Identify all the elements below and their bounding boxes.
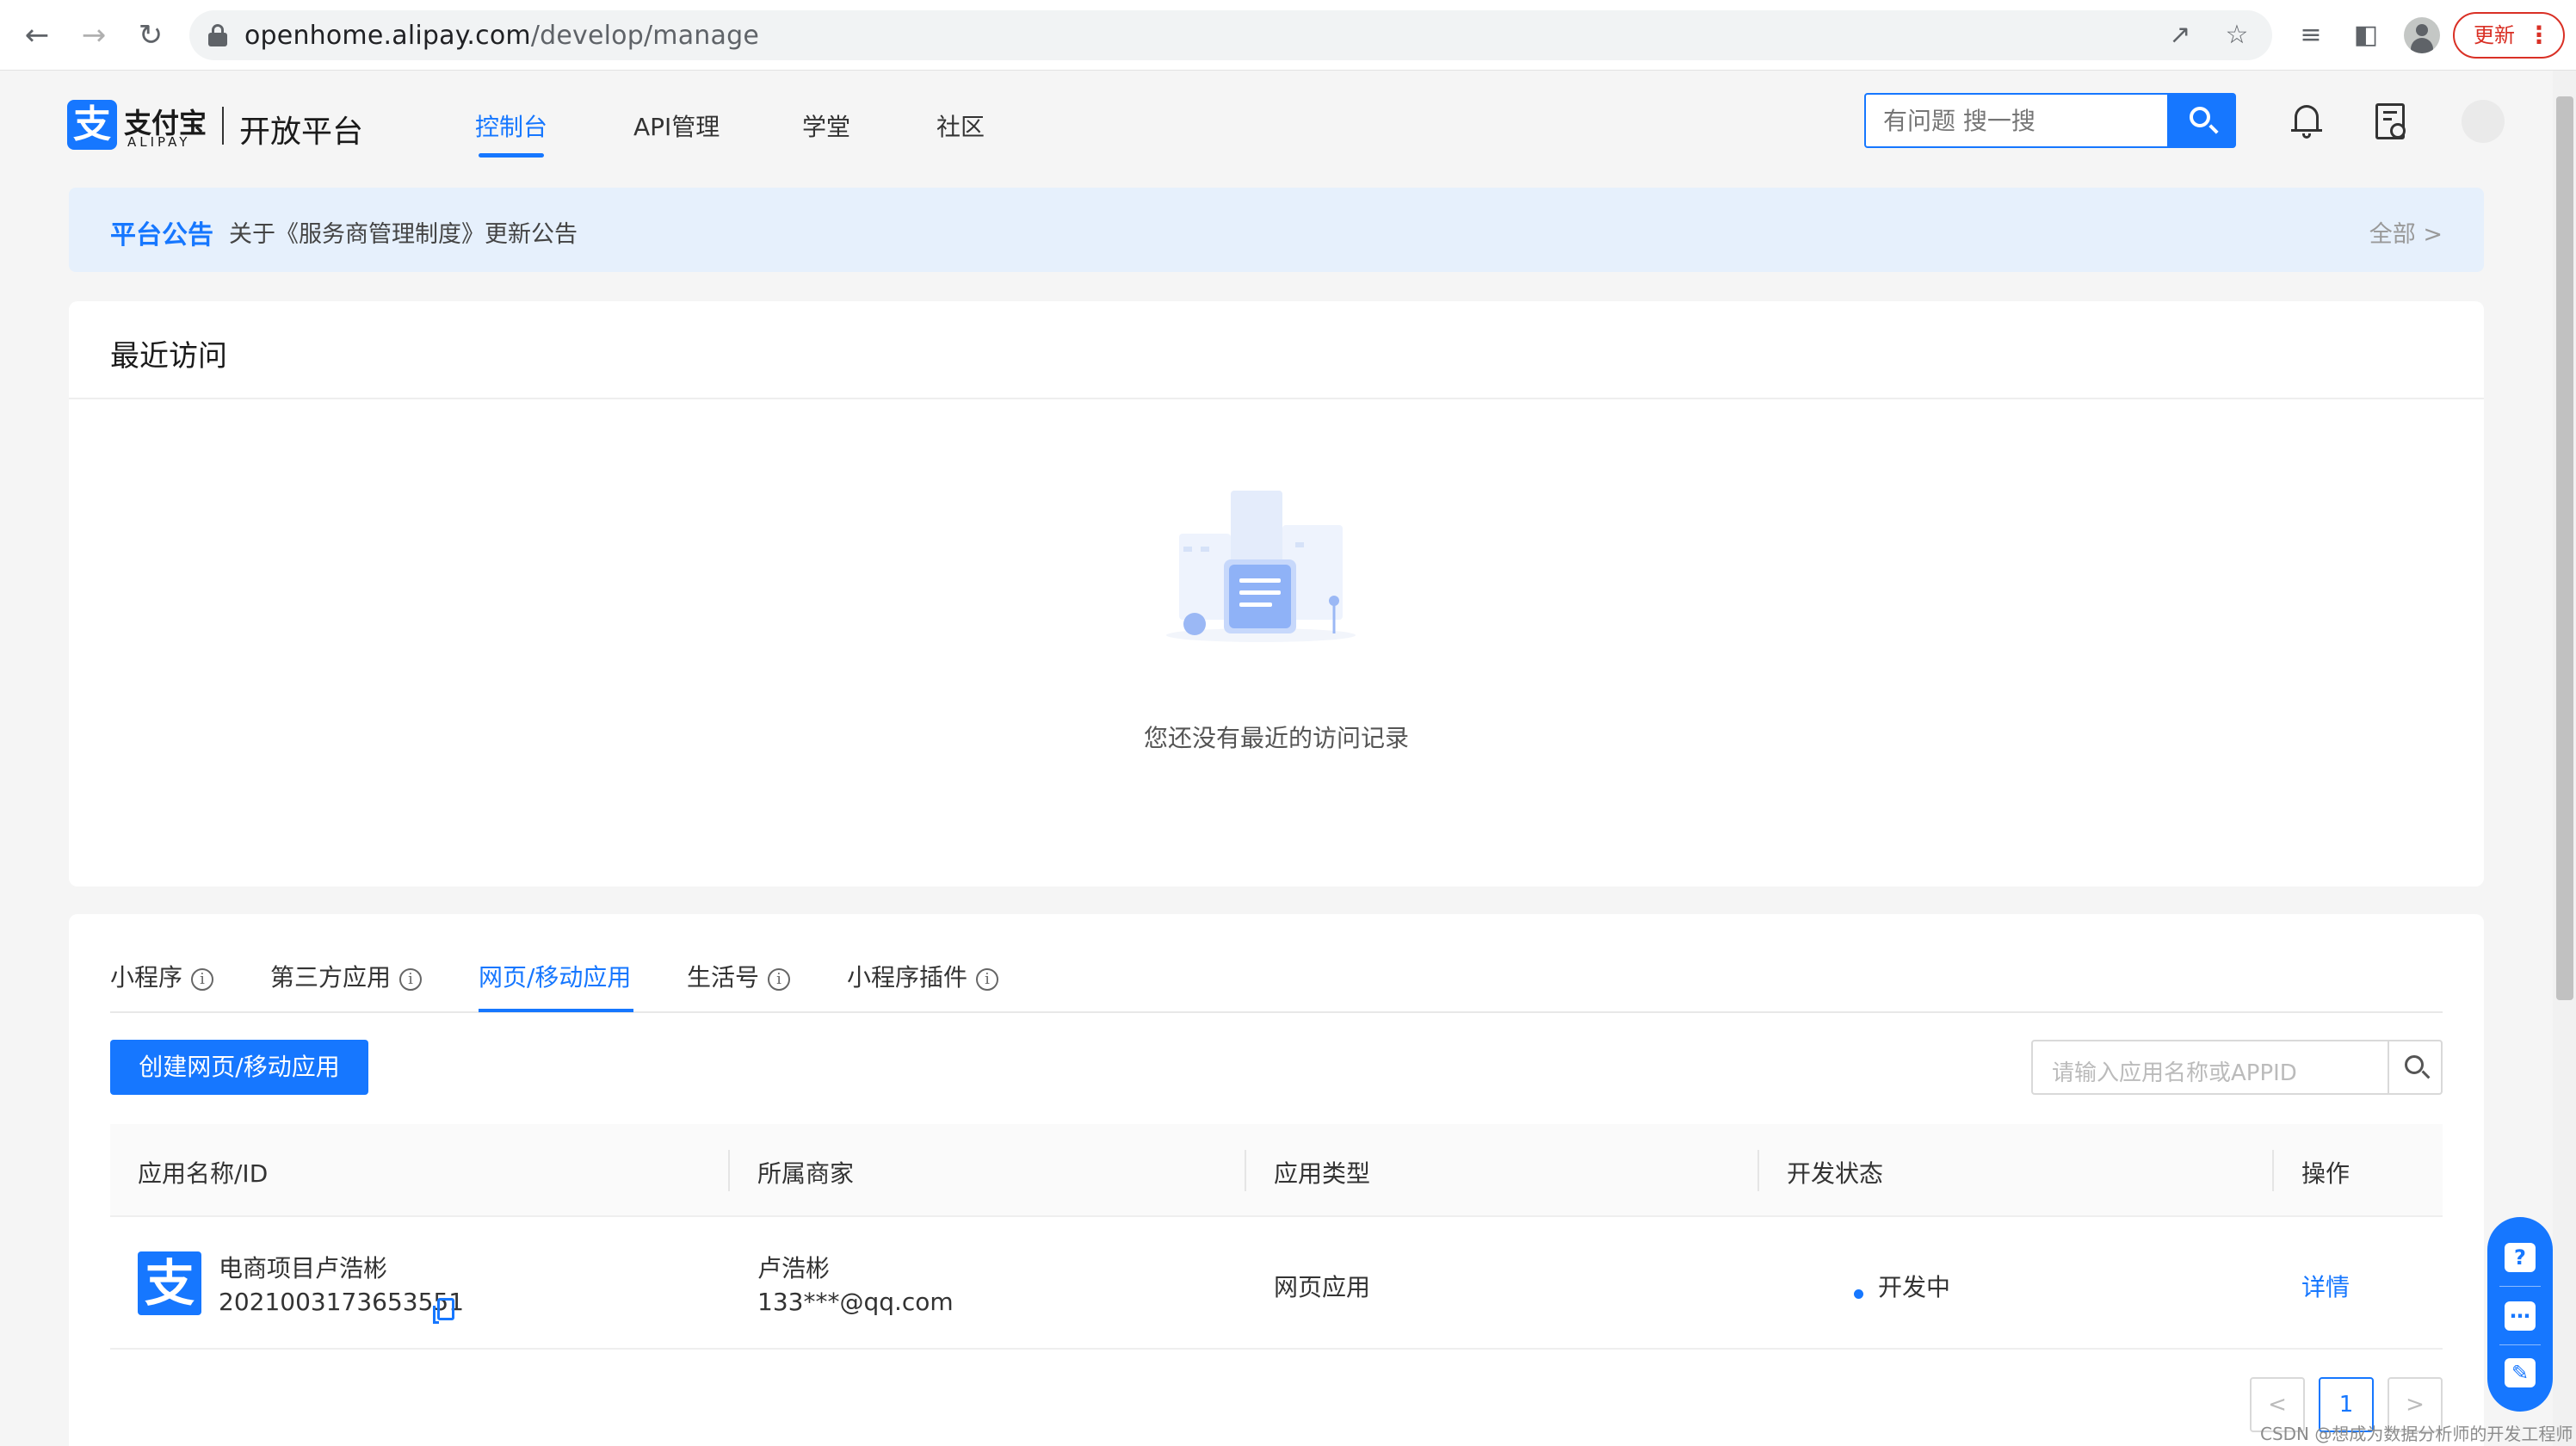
recent-visits-title: 最近访问 <box>110 339 227 374</box>
column-separator <box>1757 1150 1759 1191</box>
update-button[interactable]: 更新 ⋮ <box>2453 12 2565 59</box>
divider <box>2499 1286 2541 1287</box>
create-app-button[interactable]: 创建网页/移动应用 <box>110 1040 368 1095</box>
tab-label: 生活号 <box>687 963 760 992</box>
floating-help-panel: ? ⋯ ✎ <box>2487 1217 2553 1412</box>
col-merchant: 所属商家 <box>757 1159 855 1188</box>
app-search-input[interactable]: 请输入应用名称或APPID <box>2031 1040 2389 1095</box>
work-order-icon[interactable] <box>2375 103 2406 139</box>
apps-card: 小程序 i 第三方应用 i 网页/移动应用 生活号 i 小程序插件 i 创建网页/移动应… <box>69 914 2484 1446</box>
info-icon[interactable]: i <box>399 968 423 991</box>
header-search-input[interactable] <box>1864 93 2169 148</box>
profile-icon[interactable] <box>2404 17 2440 53</box>
logo-en-text: ALIPAY <box>127 134 191 150</box>
platform-name: 开放平台 <box>239 114 364 150</box>
merchant-name: 卢浩彬 <box>757 1254 831 1282</box>
scroll-thumb[interactable] <box>2556 96 2573 1000</box>
more-menu-icon: ⋮ <box>2527 21 2551 49</box>
search-icon <box>2190 107 2210 127</box>
nav-console[interactable]: 控制台 <box>475 108 547 143</box>
app-name: 电商项目卢浩彬 <box>219 1254 388 1282</box>
info-icon[interactable]: i <box>768 968 791 991</box>
dev-status: 开发中 <box>1878 1273 1951 1301</box>
logo-divider <box>222 107 224 145</box>
tabs-divider <box>110 1011 2443 1013</box>
reading-list-icon[interactable]: ≡ <box>2291 15 2331 55</box>
nav-active-indicator <box>479 153 544 158</box>
col-dev-status: 开发状态 <box>1787 1159 1884 1188</box>
table-row: 支 电商项目卢浩彬 2021003173653551 卢浩彬 133***@qq… <box>110 1217 2443 1350</box>
tab-mini-program[interactable]: 小程序 i <box>110 959 214 993</box>
announcement-all-link[interactable]: 全部 > <box>2369 215 2443 249</box>
nav-academy[interactable]: 学堂 <box>802 108 850 143</box>
divider <box>2499 1344 2541 1345</box>
announcement-title: 平台公告 <box>110 220 213 250</box>
app-logo-icon: 支 <box>138 1251 201 1315</box>
tab-life-account[interactable]: 生活号 i <box>687 959 791 993</box>
announcement-link[interactable]: 关于《服务商管理制度》更新公告 <box>229 215 578 249</box>
info-icon[interactable]: i <box>191 968 214 991</box>
lock-icon[interactable] <box>208 24 227 46</box>
back-arrow-icon[interactable]: ← <box>15 14 59 57</box>
announcement-bar: 平台公告 关于《服务商管理制度》更新公告 全部 > <box>69 188 2484 272</box>
watermark: CSDN @想成为数据分析师的开发工程师 <box>2260 1424 2573 1444</box>
bookmark-star-icon[interactable]: ☆ <box>2217 15 2257 55</box>
detail-link[interactable]: 详情 <box>2301 1269 2350 1303</box>
info-icon[interactable]: i <box>976 968 999 991</box>
empty-state-text: 您还没有最近的访问记录 <box>1143 724 1409 752</box>
page-scrollbar[interactable] <box>2553 71 2576 1446</box>
address-bar[interactable]: openhome.alipay.com/develop/manage ↗ ☆ <box>189 10 2272 60</box>
merchant-email: 133***@qq.com <box>757 1288 954 1316</box>
tab-mini-program-plugin[interactable]: 小程序插件 i <box>847 959 999 993</box>
side-panel-icon[interactable]: ◧ <box>2346 15 2386 55</box>
url-text[interactable]: openhome.alipay.com/develop/manage <box>244 21 759 51</box>
column-separator <box>2272 1150 2274 1191</box>
url-path: /develop/manage <box>530 21 759 51</box>
app-type: 网页应用 <box>1274 1273 1371 1301</box>
table-header: 应用名称/ID 所属商家 应用类型 开发状态 操作 <box>110 1124 2443 1217</box>
tab-label: 小程序 <box>110 963 183 992</box>
share-icon[interactable]: ↗ <box>2160 15 2200 55</box>
help-question-icon[interactable]: ? <box>2505 1243 2536 1272</box>
copy-icon[interactable] <box>433 1298 454 1324</box>
update-label: 更新 <box>2474 23 2515 47</box>
chat-icon[interactable]: ⋯ <box>2505 1301 2536 1331</box>
tab-label: 第三方应用 <box>270 963 392 992</box>
reload-icon[interactable]: ↻ <box>129 14 172 57</box>
column-separator <box>1245 1150 1246 1191</box>
col-app-type: 应用类型 <box>1274 1159 1371 1188</box>
bell-icon[interactable] <box>2289 102 2324 139</box>
app-search-button[interactable] <box>2388 1040 2443 1095</box>
header-search-button[interactable] <box>2169 93 2236 148</box>
tab-web-mobile-app[interactable]: 网页/移动应用 <box>479 959 631 993</box>
col-app-name: 应用名称/ID <box>138 1159 269 1188</box>
search-icon <box>2405 1055 2424 1074</box>
column-separator <box>728 1150 730 1191</box>
status-dot <box>1854 1289 1863 1299</box>
feedback-icon[interactable]: ✎ <box>2505 1358 2536 1387</box>
recent-visits-card: 最近访问 您还没有最近的访问记录 <box>69 301 2484 887</box>
nav-community[interactable]: 社区 <box>936 108 985 143</box>
browser-toolbar: ← → ↻ openhome.alipay.com/develop/manage… <box>0 0 2576 71</box>
nav-api-management[interactable]: API管理 <box>633 108 720 143</box>
forward-arrow-icon[interactable]: → <box>72 14 115 57</box>
empty-state-illustration <box>1166 491 1356 642</box>
app-id: 2021003173653551 <box>219 1288 465 1316</box>
avatar[interactable] <box>2462 100 2505 143</box>
url-host: openhome.alipay.com <box>244 21 531 51</box>
tab-third-party-app[interactable]: 第三方应用 i <box>270 959 423 993</box>
card-divider <box>69 398 2484 399</box>
alipay-logo-mark: 支 <box>67 100 117 150</box>
tab-label: 小程序插件 <box>847 963 968 992</box>
col-actions: 操作 <box>2301 1159 2351 1188</box>
tab-active-indicator <box>479 1009 633 1012</box>
